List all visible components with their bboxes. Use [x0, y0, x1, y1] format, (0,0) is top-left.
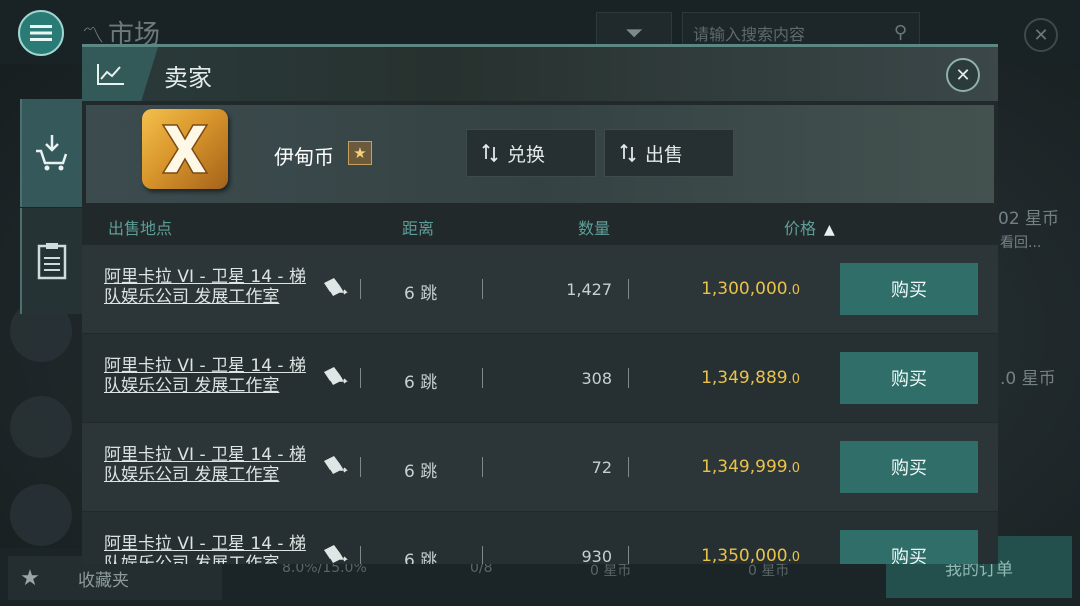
jump-distance: 6 跳 [404, 373, 438, 393]
item-name: 伊甸币 [274, 145, 334, 169]
route-icon[interactable] [320, 275, 350, 301]
price-value: 1,349,999.0 [701, 457, 800, 477]
location-link[interactable]: 阿里卡拉 VI - 卫星 14 - 梯队娱乐公司 发展工作室 [104, 356, 314, 396]
table-row: 阿里卡拉 VI - 卫星 14 - 梯队娱乐公司 发展工作室 6 跳 308 1… [82, 334, 998, 422]
route-icon[interactable] [320, 542, 350, 564]
star-icon: ★ [20, 565, 40, 591]
buy-button[interactable]: 购买 [840, 530, 978, 564]
buy-button[interactable]: 购买 [840, 263, 978, 315]
route-icon[interactable] [320, 453, 350, 479]
exchange-icon [482, 143, 498, 163]
column-header-location: 出售地点 [108, 219, 173, 238]
divider [482, 546, 483, 564]
clipboard-icon [37, 243, 67, 280]
divider [482, 368, 483, 388]
dialog-title: 卖家 [164, 64, 212, 92]
quantity-value: 1,427 [566, 280, 612, 299]
search-icon[interactable]: ⚲ [894, 22, 907, 43]
buy-button[interactable]: 购买 [840, 441, 978, 493]
ship-thumbnail [10, 484, 72, 546]
divider [360, 457, 361, 477]
close-icon: ✕ [955, 64, 971, 86]
sell-icon [620, 143, 636, 163]
divider [482, 457, 483, 477]
exchange-button[interactable]: 兑换 [466, 129, 596, 177]
table-row: 阿里卡拉 VI - 卫星 14 - 梯队娱乐公司 发展工作室 6 跳 1,427… [82, 245, 998, 333]
favorites-label: 收藏夹 [78, 570, 129, 591]
jump-distance: 6 跳 [404, 284, 438, 304]
seller-dialog: 卖家 ✕ 伊甸币 ★ 兑换 出售 出售地点 距离 数量 价格 ▲ 阿里卡拉 VI … [82, 44, 998, 564]
close-icon: ✕ [1033, 24, 1049, 46]
column-header-distance[interactable]: 距离 [402, 215, 434, 239]
tab-orders[interactable] [20, 208, 82, 314]
line-chart-icon [97, 64, 124, 85]
sell-label: 出售 [645, 143, 684, 166]
dialog-close-button[interactable]: ✕ [946, 58, 980, 92]
price-value: 1,350,000.0 [701, 546, 800, 564]
price-value: 1,300,000.0 [701, 279, 800, 299]
sell-button[interactable]: 出售 [604, 129, 734, 177]
route-icon[interactable] [320, 364, 350, 390]
divider [628, 368, 629, 388]
item-panel: 伊甸币 ★ 兑换 出售 [86, 105, 994, 203]
column-header-quantity[interactable]: 数量 [578, 215, 610, 239]
quantity-value: 930 [581, 547, 612, 564]
buy-button[interactable]: 购买 [840, 352, 978, 404]
jump-distance: 6 跳 [404, 551, 438, 564]
menu-button[interactable] [18, 10, 64, 56]
price-value: 1,349,889.0 [701, 368, 800, 388]
table-row: 阿里卡拉 VI - 卫星 14 - 梯队娱乐公司 发展工作室 6 跳 72 1,… [82, 423, 998, 511]
divider [628, 546, 629, 564]
divider [482, 279, 483, 299]
location-link[interactable]: 阿里卡拉 VI - 卫星 14 - 梯队娱乐公司 发展工作室 [104, 267, 314, 307]
location-link[interactable]: 阿里卡拉 VI - 卫星 14 - 梯队娱乐公司 发展工作室 [104, 534, 314, 564]
cart-download-icon [36, 135, 68, 171]
jump-distance: 6 跳 [404, 462, 438, 482]
tab-buy[interactable] [20, 99, 82, 207]
sort-ascending-icon: ▲ [824, 222, 835, 238]
divider [628, 457, 629, 477]
market-item-price: 02 星币 [998, 209, 1060, 229]
favorite-star-icon[interactable]: ★ [348, 141, 372, 165]
market-close-button[interactable]: ✕ [1024, 18, 1058, 52]
location-link[interactable]: 阿里卡拉 VI - 卫星 14 - 梯队娱乐公司 发展工作室 [104, 445, 314, 485]
table-row: 阿里卡拉 VI - 卫星 14 - 梯队娱乐公司 发展工作室 6 跳 930 1… [82, 512, 998, 564]
quantity-value: 308 [581, 369, 612, 388]
quantity-value: 72 [591, 458, 612, 477]
filter-icon: ⏷ [625, 20, 643, 46]
divider [360, 279, 361, 299]
divider [360, 546, 361, 564]
exchange-label: 兑换 [507, 143, 546, 166]
dialog-header [82, 47, 998, 101]
price-header-label: 价格 [784, 219, 817, 238]
divider [628, 279, 629, 299]
hamburger-icon [30, 25, 52, 41]
market-item-subtitle: 看回... [1000, 235, 1042, 251]
ship-thumbnail [10, 396, 72, 458]
column-header-price[interactable]: 价格 ▲ [784, 215, 835, 239]
market-item-price: .0 星币 [1000, 369, 1056, 389]
gold-x-coin-icon [142, 109, 228, 189]
divider [360, 368, 361, 388]
